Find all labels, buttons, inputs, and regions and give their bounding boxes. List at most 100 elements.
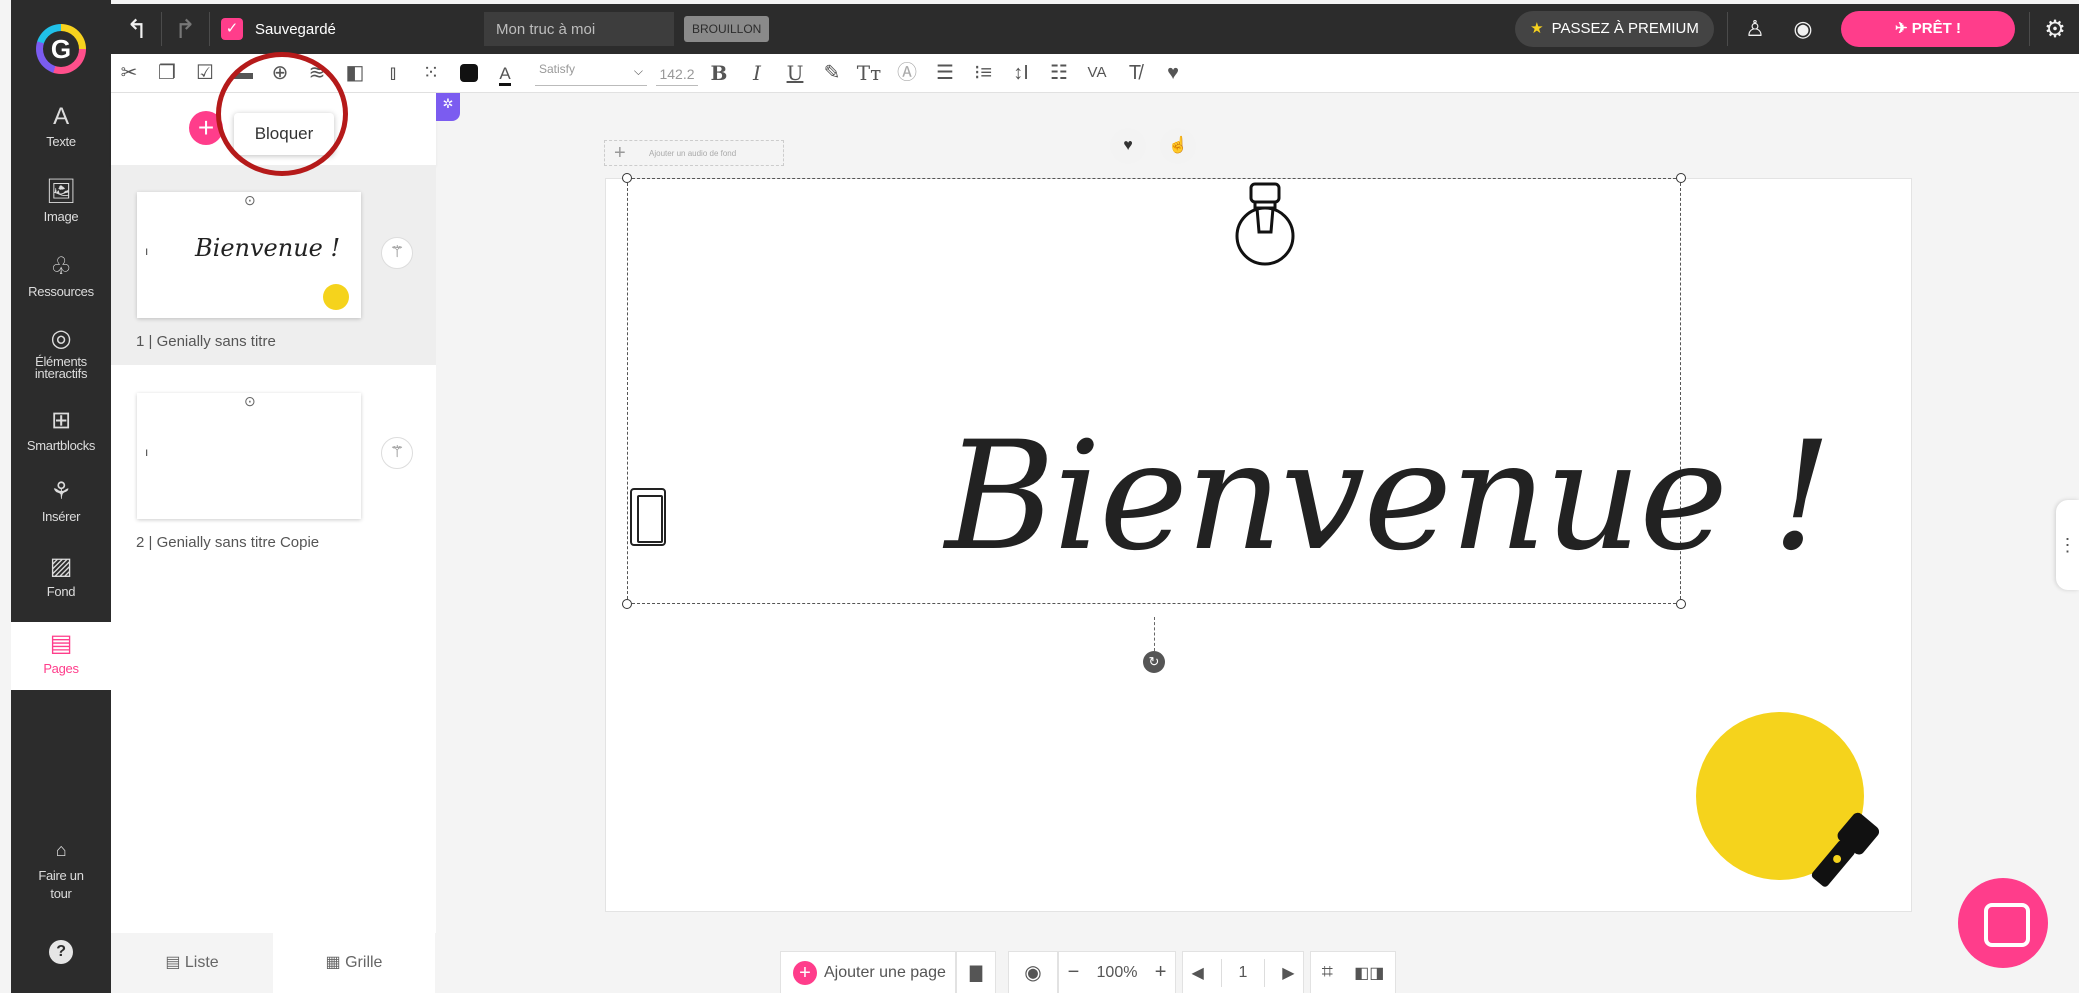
paste-button[interactable]: ☑ — [191, 58, 219, 88]
annotation-circle — [216, 52, 348, 176]
left-rail: A Texte 🖼 Image ♧ Ressources ◎ Éléments … — [11, 0, 111, 993]
effects-icon: ♥ — [1123, 137, 1133, 154]
prev-page-button[interactable]: ◀ — [1191, 963, 1203, 983]
plus-icon: + — [793, 960, 817, 985]
genially-logo[interactable] — [36, 24, 86, 74]
highlight-button[interactable]: ✎ — [818, 58, 846, 88]
preview-page-button[interactable]: ◉ — [1008, 951, 1058, 993]
next-page-button[interactable]: ▶ — [1282, 963, 1294, 983]
undo-button[interactable]: ↰ — [117, 4, 157, 54]
page-number: 1 — [1238, 963, 1248, 981]
zoom-control: − 100% + — [1058, 951, 1176, 993]
rocket-icon: ✈ — [1895, 20, 1912, 37]
list-button[interactable]: ⁝≡ — [969, 58, 997, 88]
text-shadow-button[interactable]: Ⓐ — [893, 58, 921, 88]
add-collaborator-button[interactable]: ♙ — [1735, 4, 1775, 54]
underline-button[interactable]: U — [781, 58, 809, 88]
genially-effects-button[interactable]: ♥ — [1159, 58, 1187, 88]
distribute-button[interactable]: ⫾ — [379, 58, 407, 88]
fill-color-button[interactable] — [455, 58, 483, 88]
letter-spacing-button[interactable]: VA — [1083, 58, 1111, 88]
rail-item-label: Image — [43, 209, 79, 224]
zoom-out-button[interactable]: − — [1068, 961, 1080, 984]
rail-item-label: Pages — [43, 661, 79, 676]
grid-view-button[interactable]: ▦ Grille — [273, 933, 435, 993]
rotate-handle[interactable]: ↻ — [1143, 651, 1165, 673]
clipboard-icon: ☑ — [196, 62, 214, 84]
clear-format-button[interactable]: T̸ — [1121, 58, 1149, 88]
ready-button[interactable]: ✈ PRÊT ! — [1841, 11, 2015, 47]
resize-handle-bl[interactable] — [622, 599, 632, 609]
flashlight-icon[interactable] — [1792, 800, 1892, 900]
font-family-select[interactable]: Satisfy ⌵ — [535, 62, 647, 86]
rail-item-smartblocks[interactable]: ⊞ Smartblocks — [11, 407, 111, 453]
align-text-button[interactable]: ☰ — [931, 58, 959, 88]
chat-button[interactable] — [1958, 878, 2048, 968]
group-button[interactable]: ⁙ — [417, 58, 445, 88]
italic-button[interactable]: I — [743, 58, 771, 88]
rail-item-label-2: interactifs — [34, 366, 88, 381]
font-size-input[interactable] — [656, 62, 698, 86]
page-thumbnail-1[interactable]: ⊙ ı Bienvenue ! — [137, 192, 361, 318]
add-audio-button[interactable]: + Ajouter un audio de fond — [604, 140, 784, 166]
copy-button[interactable]: ❐ — [153, 58, 181, 88]
text-color-button[interactable]: A — [491, 58, 519, 88]
align-button[interactable]: ◧ — [341, 58, 369, 88]
magic-wand-button-1[interactable]: ⚚ — [381, 237, 413, 269]
rail-item-text[interactable]: A Texte — [11, 103, 111, 149]
pin-icon: ✲ — [442, 96, 454, 111]
top-bar: ↰ ↱ ✓ Sauvegardé BROUILLON ★ PASSEZ À PRE… — [111, 4, 2079, 54]
rail-item-label: Ressources — [28, 284, 94, 299]
fullscreen-button[interactable]: ◧◨ — [1354, 963, 1384, 983]
welcome-title[interactable]: Bienvenue ! — [945, 410, 1832, 584]
magic-wand-icon: ⚚ — [389, 244, 405, 261]
genially-editor: A Texte 🖼 Image ♧ Ressources ◎ Éléments … — [0, 0, 2079, 993]
premium-button[interactable]: ★ PASSEZ À PREMIUM — [1515, 11, 1714, 47]
resize-handle-tl[interactable] — [622, 173, 632, 183]
side-options-tab[interactable]: ⋮ — [2056, 500, 2079, 590]
list-view-button[interactable]: ▤ Liste — [111, 933, 273, 993]
thumb-title: Bienvenue ! — [195, 234, 341, 262]
bold-button[interactable]: B — [705, 58, 733, 88]
page-thumbnail-2[interactable]: ⊙ ı — [137, 393, 361, 519]
paragraph-spacing-button[interactable]: ☷ — [1045, 58, 1073, 88]
fit-controls: ⌗ ◧◨ — [1310, 951, 1396, 993]
resources-icon: ♧ — [50, 253, 72, 280]
format-toolbar: ✂ ❐ ☑ ▬ ⊕ ≋ ◧ ⫾ ⁙ A Satisfy ⌵ B I U ✎ Tт… — [111, 54, 2079, 93]
title-input[interactable] — [484, 12, 674, 46]
check-icon: ✓ — [221, 18, 243, 40]
preview-button[interactable]: ◉ — [1783, 4, 1823, 54]
rail-item-interactive[interactable]: ◎ Éléments interactifs — [11, 325, 111, 380]
rail-item-tour[interactable]: ⌂ Faire un tour — [11, 836, 111, 903]
interaction-fab-button[interactable]: ☝ — [1160, 128, 1196, 164]
redo-button[interactable]: ↱ — [165, 4, 205, 54]
delete-page-button[interactable]: ▇ — [956, 951, 996, 993]
effects-fab-button[interactable]: ♥ — [1110, 128, 1146, 164]
phone-icon[interactable] — [630, 488, 666, 546]
rail-item-background[interactable]: ▨ Fond — [11, 553, 111, 599]
rail-item-insert[interactable]: ⚘ Insérer — [11, 478, 111, 524]
lightbulb-icon[interactable] — [1233, 180, 1297, 268]
list-icon: ⁝≡ — [973, 62, 993, 84]
settings-button[interactable]: ⚙ — [2035, 4, 2075, 54]
premium-label: PASSEZ À PREMIUM — [1551, 20, 1699, 37]
help-button[interactable]: ? — [11, 940, 111, 964]
cut-button[interactable]: ✂ — [115, 58, 143, 88]
rail-item-resources[interactable]: ♧ Ressources — [11, 253, 111, 299]
add-page-label: Ajouter une page — [824, 963, 946, 981]
rail-item-image[interactable]: 🖼 Image — [11, 178, 111, 224]
magic-wand-button-2[interactable]: ⚚ — [381, 437, 413, 469]
more-vertical-icon: ⋮ — [2058, 535, 2077, 555]
rail-item-pages[interactable]: ▤ Pages — [11, 622, 111, 690]
fit-screen-button[interactable]: ⌗ — [1322, 961, 1333, 984]
text-color-icon: A — [499, 64, 511, 86]
text-case-button[interactable]: Tт — [855, 58, 883, 88]
bold-icon: B — [710, 61, 728, 85]
zoom-in-button[interactable]: + — [1155, 961, 1167, 984]
resize-handle-tr[interactable] — [1676, 173, 1686, 183]
line-height-button[interactable]: ↕I — [1007, 58, 1035, 88]
panel-collapse-tab[interactable]: ✲ — [436, 93, 460, 121]
resize-handle-br[interactable] — [1676, 599, 1686, 609]
line-height-icon: ↕I — [1013, 62, 1029, 84]
add-page-button[interactable]: + Ajouter une page — [780, 951, 956, 993]
